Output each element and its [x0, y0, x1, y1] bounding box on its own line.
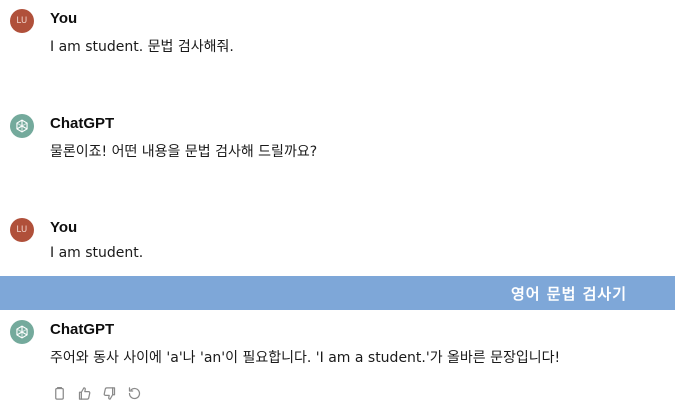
message-text: I am student. 문법 검사해줘. [50, 39, 234, 55]
message-text: 물론이죠! 어떤 내용을 문법 검사해 드릴까요? [50, 144, 318, 160]
user-avatar-initials: LU [16, 225, 28, 235]
sender-name: ChatGPT [50, 321, 115, 338]
regenerate-button[interactable] [125, 384, 143, 402]
chatgpt-avatar [10, 320, 34, 344]
title-banner: 영어 문법 검사기 [0, 276, 675, 310]
user-avatar: LU [10, 218, 34, 242]
openai-logo-icon [16, 119, 28, 133]
message-text: 주어와 동사 사이에 'a'나 'an'이 필요합니다. 'I am a stu… [50, 350, 561, 366]
sender-name: You [50, 219, 78, 236]
copy-button[interactable] [50, 384, 68, 402]
copy-icon [54, 386, 64, 400]
message-user-1: LU You I am student. 문법 검사해줘. [10, 9, 675, 59]
user-avatar: LU [10, 9, 34, 33]
chatgpt-avatar [10, 114, 34, 138]
message-text: I am student. [50, 245, 144, 261]
openai-logo-icon [16, 325, 28, 339]
thumbs-down-button[interactable] [100, 384, 118, 402]
thumbs-down-icon [103, 386, 115, 400]
message-assistant-1: ChatGPT 물론이죠! 어떤 내용을 문법 검사해 드릴까요? [10, 114, 675, 164]
thumbs-up-icon [78, 386, 90, 400]
sender-name: You [50, 10, 78, 27]
banner-title: 영어 문법 검사기 [510, 285, 627, 303]
message-actions [50, 384, 143, 402]
thumbs-up-button[interactable] [75, 384, 93, 402]
message-user-2: LU You I am student. [10, 218, 675, 268]
regenerate-icon [128, 386, 140, 399]
sender-name: ChatGPT [50, 115, 115, 132]
user-avatar-initials: LU [16, 16, 28, 26]
message-assistant-2: ChatGPT 주어와 동사 사이에 'a'나 'an'이 필요합니다. 'I … [10, 320, 675, 370]
